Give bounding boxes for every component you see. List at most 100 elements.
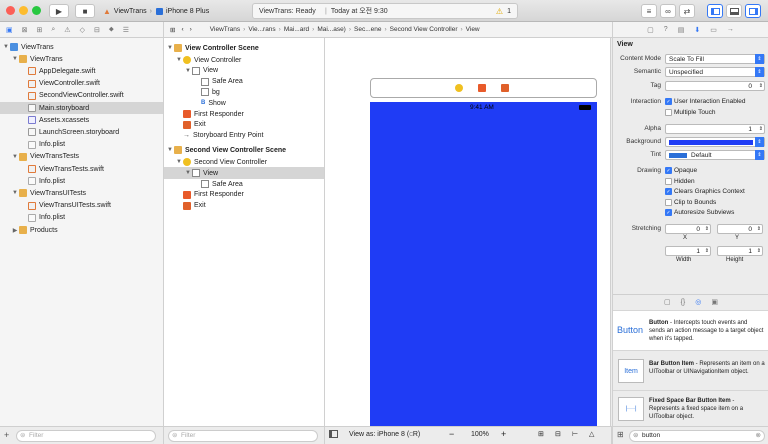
hidden-checkbox[interactable] [665, 178, 672, 185]
navigator-item[interactable]: Assets.xcassets [0, 114, 163, 126]
run-button[interactable]: ▶ [49, 4, 69, 18]
debug-icon[interactable]: ⊟ [94, 26, 100, 34]
semantic-popup[interactable]: Unspecified ⇕ [665, 67, 765, 77]
toggle-navigator-button[interactable] [707, 4, 723, 18]
device-selector[interactable]: iPhone 8 Plus [156, 4, 209, 18]
library-item-button[interactable]: Button Button - Intercepts touch events … [613, 310, 768, 350]
source-control-icon[interactable]: ⊠ [22, 26, 28, 34]
toggle-debug-button[interactable] [726, 4, 742, 18]
breakpoint-icon[interactable]: ⬥ [109, 26, 114, 34]
disclosure-open-icon[interactable]: ▼ [11, 56, 19, 62]
connections-inspector-icon[interactable]: → [727, 26, 734, 33]
navigator-item[interactable]: Info.plist [0, 212, 163, 224]
opaque-checkbox[interactable]: ✓ [665, 167, 672, 174]
stepper-icon[interactable]: ⇕ [705, 226, 709, 232]
issue-icon[interactable]: ⚠ [64, 26, 70, 34]
disclosure-open-icon[interactable]: ▼ [184, 170, 192, 176]
navigator-item[interactable]: AppDelegate.swift [0, 65, 163, 77]
disclosure-open-icon[interactable]: ▼ [166, 45, 174, 51]
navigator-item[interactable]: Info.plist [0, 175, 163, 187]
disclosure-open-icon[interactable]: ▼ [166, 147, 174, 153]
disclosure-open-icon[interactable]: ▼ [11, 154, 19, 160]
clears-graphics-checkbox[interactable]: ✓ [665, 188, 672, 195]
navigator-filter-input[interactable]: ⊜ Filter [16, 430, 156, 442]
scene-header[interactable]: ▼ View Controller Scene [164, 42, 324, 54]
assistant-editor-button[interactable]: ∞ [660, 4, 676, 18]
minimize-window-button[interactable] [19, 6, 28, 15]
stepper-icon[interactable]: ⇕ [759, 126, 763, 132]
align-icon[interactable]: ⊟ [555, 430, 561, 438]
stepper-icon[interactable]: ⇕ [757, 226, 761, 232]
stepper-icon[interactable]: ⇕ [759, 83, 763, 89]
object-library-icon[interactable]: ◎ [695, 298, 701, 306]
autoresize-checkbox[interactable]: ✓ [665, 209, 672, 216]
resolve-icon[interactable]: △ [589, 430, 594, 438]
code-snippet-icon[interactable]: {} [681, 299, 686, 306]
user-interaction-checkbox[interactable]: ✓ [665, 98, 672, 105]
exit-icon[interactable] [501, 84, 509, 92]
scene-header[interactable]: ▼ Second View Controller Scene [164, 144, 324, 156]
identity-inspector-icon[interactable]: ▤ [678, 26, 685, 34]
first-responder-icon[interactable] [478, 84, 486, 92]
related-items-icon[interactable]: ⊞ [170, 26, 175, 34]
file-inspector-icon[interactable]: ▢ [647, 26, 654, 34]
zoom-out-button[interactable]: − [449, 429, 454, 439]
stretch-width-field[interactable]: 1 ⇕ [665, 246, 711, 256]
stretch-x-field[interactable]: 0 ⇕ [665, 224, 711, 234]
find-icon[interactable]: ⌕ [51, 26, 55, 34]
jump-item-0[interactable]: ViewTrans [200, 26, 240, 33]
outline-toggle-icon[interactable] [329, 430, 338, 438]
file-template-icon[interactable]: ▢ [664, 298, 671, 306]
stretch-y-field[interactable]: 0 ⇕ [717, 224, 763, 234]
library-search-input[interactable]: ⊜ button ⊗ [629, 430, 765, 442]
second-view-controller-view[interactable]: 9:41 AM [370, 102, 597, 426]
stepper-icon[interactable]: ⇕ [757, 248, 761, 254]
version-editor-button[interactable]: ⇄ [679, 4, 695, 18]
outline-item[interactable]: → Storyboard Entry Point [164, 130, 324, 142]
disclosure-open-icon[interactable]: ▼ [175, 57, 183, 63]
quick-help-icon[interactable]: ? [664, 26, 668, 33]
stop-button[interactable]: ■ [75, 4, 95, 18]
navigator-item[interactable]: ▶ Products [0, 224, 163, 236]
test-icon[interactable]: ◇ [80, 26, 85, 34]
back-icon[interactable]: ‹ [181, 26, 183, 33]
update-frames-icon[interactable]: ⊞ [538, 430, 544, 438]
navigator-item[interactable]: LaunchScreen.storyboard [0, 126, 163, 138]
warning-icon[interactable]: ⚠ [496, 7, 503, 16]
standard-editor-button[interactable]: ≡ [641, 4, 657, 18]
navigator-item[interactable]: ▼ ViewTrans [0, 41, 163, 53]
navigator-item[interactable]: SecondViewController.swift [0, 90, 163, 102]
stepper-icon[interactable]: ⇕ [705, 248, 709, 254]
close-window-button[interactable] [6, 6, 15, 15]
stretch-height-field[interactable]: 1 ⇕ [717, 246, 763, 256]
jump-item-1[interactable]: Vie...rans [248, 26, 275, 33]
scene-dock[interactable] [370, 78, 597, 98]
background-color-popup[interactable]: ⇕ [665, 137, 765, 147]
jump-item-3[interactable]: Mai...ase) [317, 26, 346, 33]
navigator-item[interactable]: Main.storyboard [0, 102, 163, 114]
jump-item-5[interactable]: Second View Controller [390, 26, 458, 33]
jump-item-6[interactable]: View [466, 26, 480, 33]
size-inspector-icon[interactable]: ▭ [710, 26, 717, 34]
tint-popup[interactable]: Default ⇕ [665, 150, 765, 160]
attributes-inspector-icon[interactable]: ⬇ [694, 26, 700, 34]
clip-to-bounds-checkbox[interactable] [665, 199, 672, 206]
pin-icon[interactable]: ⊢ [572, 430, 578, 438]
symbol-icon[interactable]: ⊞ [37, 26, 43, 34]
zoom-window-button[interactable] [32, 6, 41, 15]
disclosure-open-icon[interactable]: ▼ [175, 159, 183, 165]
disclosure-open-icon[interactable]: ▼ [2, 44, 10, 50]
library-item-bar-button[interactable]: Item Bar Button Item - Represents an ite… [613, 350, 768, 390]
alpha-field[interactable]: 1 ⇕ [665, 124, 765, 134]
navigator-item[interactable]: ViewController.swift [0, 78, 163, 90]
view-as-button[interactable]: View as: iPhone 8 (CR) [349, 431, 420, 438]
report-icon[interactable]: ☰ [123, 26, 129, 34]
tag-field[interactable]: 0 ⇕ [665, 81, 765, 91]
clear-search-icon[interactable]: ⊗ [756, 431, 761, 441]
disclosure-closed-icon[interactable]: ▶ [11, 227, 19, 234]
zoom-level[interactable]: 100% [471, 431, 489, 438]
multiple-touch-checkbox[interactable] [665, 109, 672, 116]
scheme-selector[interactable]: ▲ ViewTrans › [103, 4, 152, 18]
navigator-item[interactable]: ViewTransUITests.swift [0, 200, 163, 212]
add-icon[interactable]: + [4, 430, 9, 440]
